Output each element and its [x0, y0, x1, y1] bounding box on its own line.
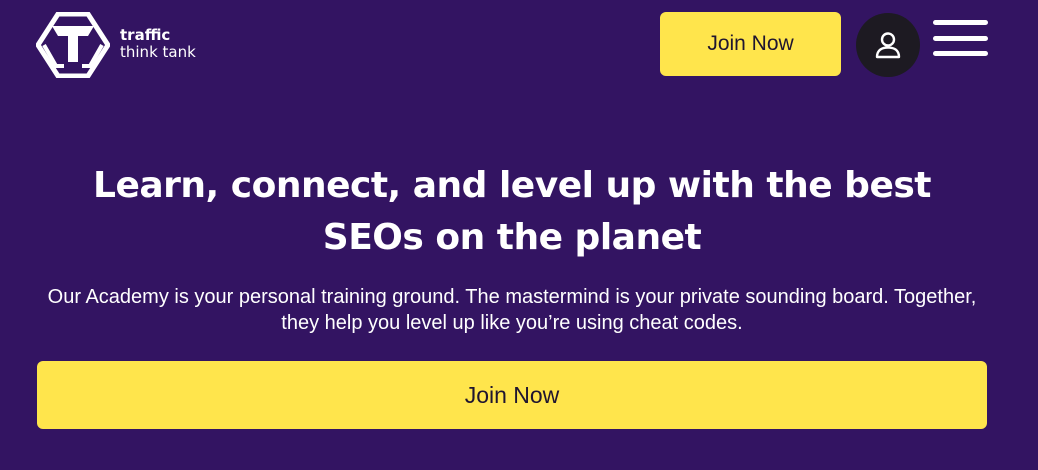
page: traffic think tank Join Now Learn, conne…: [0, 0, 1038, 470]
hamburger-menu-icon[interactable]: [933, 20, 988, 56]
hero-headline: Learn, connect, and level up with the be…: [93, 165, 932, 258]
user-icon: [875, 32, 901, 59]
menu-bar: [933, 20, 988, 25]
account-button[interactable]: [856, 13, 920, 77]
menu-bar: [933, 51, 988, 56]
logo-wordmark: traffic think tank: [120, 27, 196, 61]
logo-link[interactable]: traffic think tank: [36, 12, 196, 78]
logo-text-line2: think tank: [120, 43, 196, 61]
logo-text-line1: traffic: [120, 26, 171, 44]
menu-bar: [933, 35, 988, 41]
traffic-think-tank-logo-icon: [36, 12, 110, 78]
header-join-button[interactable]: Join Now: [660, 12, 841, 76]
hero-subtext: Our Academy is your personal training gr…: [47, 286, 977, 334]
hero-join-button[interactable]: Join Now: [37, 361, 987, 429]
